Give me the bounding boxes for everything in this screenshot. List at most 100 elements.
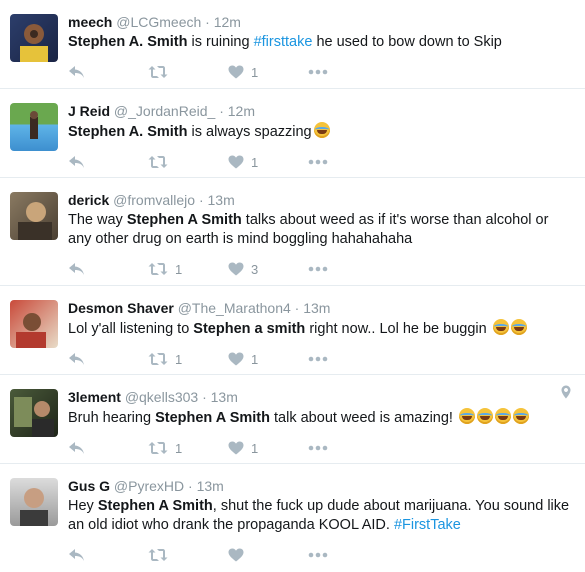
avatar[interactable] [10,300,58,348]
user-name[interactable]: meech [68,14,112,30]
reply-button[interactable] [68,352,148,366]
tweet-mention: Stephen A Smith [155,410,270,426]
tweet-item[interactable]: derick @fromvallejo · 13m The way Stephe… [0,178,585,286]
tweet-header: 3lement @qkells303 · 13m [68,387,573,407]
tweet-time[interactable]: 12m [214,14,241,30]
reply-icon [68,155,86,169]
tweet-text: Bruh hearing Stephen A Smith talk about … [68,408,573,428]
like-button[interactable]: 1 [228,441,308,456]
tweet-time[interactable]: 13m [211,389,238,405]
like-button[interactable]: 1 [228,352,308,367]
tweet-time[interactable]: 13m [303,300,330,316]
tweet-item[interactable]: Desmon Shaver @The_Marathon4 · 13m Lol y… [0,286,585,375]
tweet-text: Stephen A. Smith is ruining #firsttake h… [68,33,573,52]
hashtag-link[interactable]: #FirstTake [394,517,461,533]
user-name[interactable]: Desmon Shaver [68,300,174,316]
user-handle[interactable]: @_JordanReid_ [114,103,215,119]
like-count: 1 [251,440,259,456]
laughing-emoji-icon [495,408,511,424]
retweet-button[interactable] [148,548,228,562]
reply-button[interactable] [68,441,148,455]
tweet-text-segment: is always spazzing [187,124,312,140]
like-button[interactable] [228,548,308,562]
reply-icon [68,262,86,276]
tweet-mention: Stephen A. Smith [68,34,188,50]
tweet-text-segment: Bruh hearing [68,410,156,426]
retweet-button[interactable] [148,155,228,169]
user-handle[interactable]: @fromvallejo [113,192,195,208]
avatar[interactable] [10,14,58,62]
retweet-count: 1 [175,440,183,456]
retweet-icon [148,262,168,276]
reply-button[interactable] [68,65,148,79]
reply-button[interactable] [68,155,148,169]
retweet-count: 1 [175,261,183,277]
more-button[interactable] [308,356,328,362]
user-handle[interactable]: @qkells303 [125,389,198,405]
reply-button[interactable] [68,548,148,562]
retweet-button[interactable]: 1 [148,352,228,367]
more-button[interactable] [308,159,328,165]
tweet-text: Lol y'all listening to Stephen a smith r… [68,319,573,339]
retweet-button[interactable]: 1 [148,441,228,456]
user-name[interactable]: Gus G [68,478,110,494]
separator-dot: · [205,14,210,30]
user-handle[interactable]: @PyrexHD [114,478,184,494]
tweet-text: Hey Stephen A Smith, shut the fuck up du… [68,497,573,535]
more-button[interactable] [308,445,328,451]
tweet-timeline: meech @LCGmeech · 12m Stephen A. Smith i… [0,0,585,572]
avatar[interactable] [10,478,58,526]
reply-button[interactable] [68,262,148,276]
like-count: 1 [251,351,259,367]
tweet-header: Gus G @PyrexHD · 13m [68,476,573,496]
more-button[interactable] [308,69,328,75]
location-pin-icon[interactable] [561,385,571,404]
tweet-text-segment: he used to bow down to Skip [312,34,502,50]
user-name[interactable]: 3lement [68,389,121,405]
reply-icon [68,548,86,562]
heart-icon [228,155,244,169]
tweet-item[interactable]: Gus G @PyrexHD · 13m Hey Stephen A Smith… [0,464,585,572]
heart-icon [228,441,244,455]
separator-dot: · [202,389,207,405]
tweet-mention: Stephen A. Smith [68,124,188,140]
tweet-time[interactable]: 13m [208,192,235,208]
retweet-icon [148,352,168,366]
tweet-header: J Reid @_JordanReid_ · 12m [68,101,573,121]
laughing-emoji-icon [459,408,475,424]
like-button[interactable]: 1 [228,65,308,80]
more-button[interactable] [308,552,328,558]
avatar[interactable] [10,192,58,240]
heart-icon [228,65,244,79]
retweet-button[interactable]: 1 [148,262,228,277]
tweet-text: The way Stephen A Smith talks about weed… [68,211,573,249]
like-button[interactable]: 1 [228,155,308,170]
separator-dot: · [294,300,300,316]
hashtag-link[interactable]: #firsttake [254,34,313,50]
tweet-item[interactable]: 3lement @qkells303 · 13m Bruh hearing St… [0,375,585,464]
laughing-emoji-icon [510,319,527,335]
like-count: 3 [251,261,259,277]
reply-icon [68,352,86,366]
tweet-text-segment: right now.. Lol he be buggin [305,321,491,337]
avatar[interactable] [10,389,58,437]
more-button[interactable] [308,266,328,272]
tweet-time[interactable]: 13m [197,478,224,494]
avatar[interactable] [10,103,58,151]
tweet-time[interactable]: 12m [228,103,255,119]
tweet-text-segment: Hey [68,498,98,514]
tweet-item[interactable]: meech @LCGmeech · 12m Stephen A. Smith i… [0,0,585,89]
heart-icon [228,262,244,276]
like-count: 1 [251,154,259,170]
separator-dot: · [198,192,204,208]
like-button[interactable]: 3 [228,262,308,277]
user-handle[interactable]: @The_Marathon4 [178,300,291,316]
tweet-actions: 1 1 [68,437,573,459]
user-name[interactable]: derick [68,192,109,208]
retweet-button[interactable] [148,65,228,79]
tweet-text-segment: The way [68,212,127,228]
user-name[interactable]: J Reid [68,103,110,119]
tweet-item[interactable]: J Reid @_JordanReid_ · 12m Stephen A. Sm… [0,89,585,178]
tweet-header: meech @LCGmeech · 12m [68,12,573,32]
user-handle[interactable]: @LCGmeech [116,14,201,30]
